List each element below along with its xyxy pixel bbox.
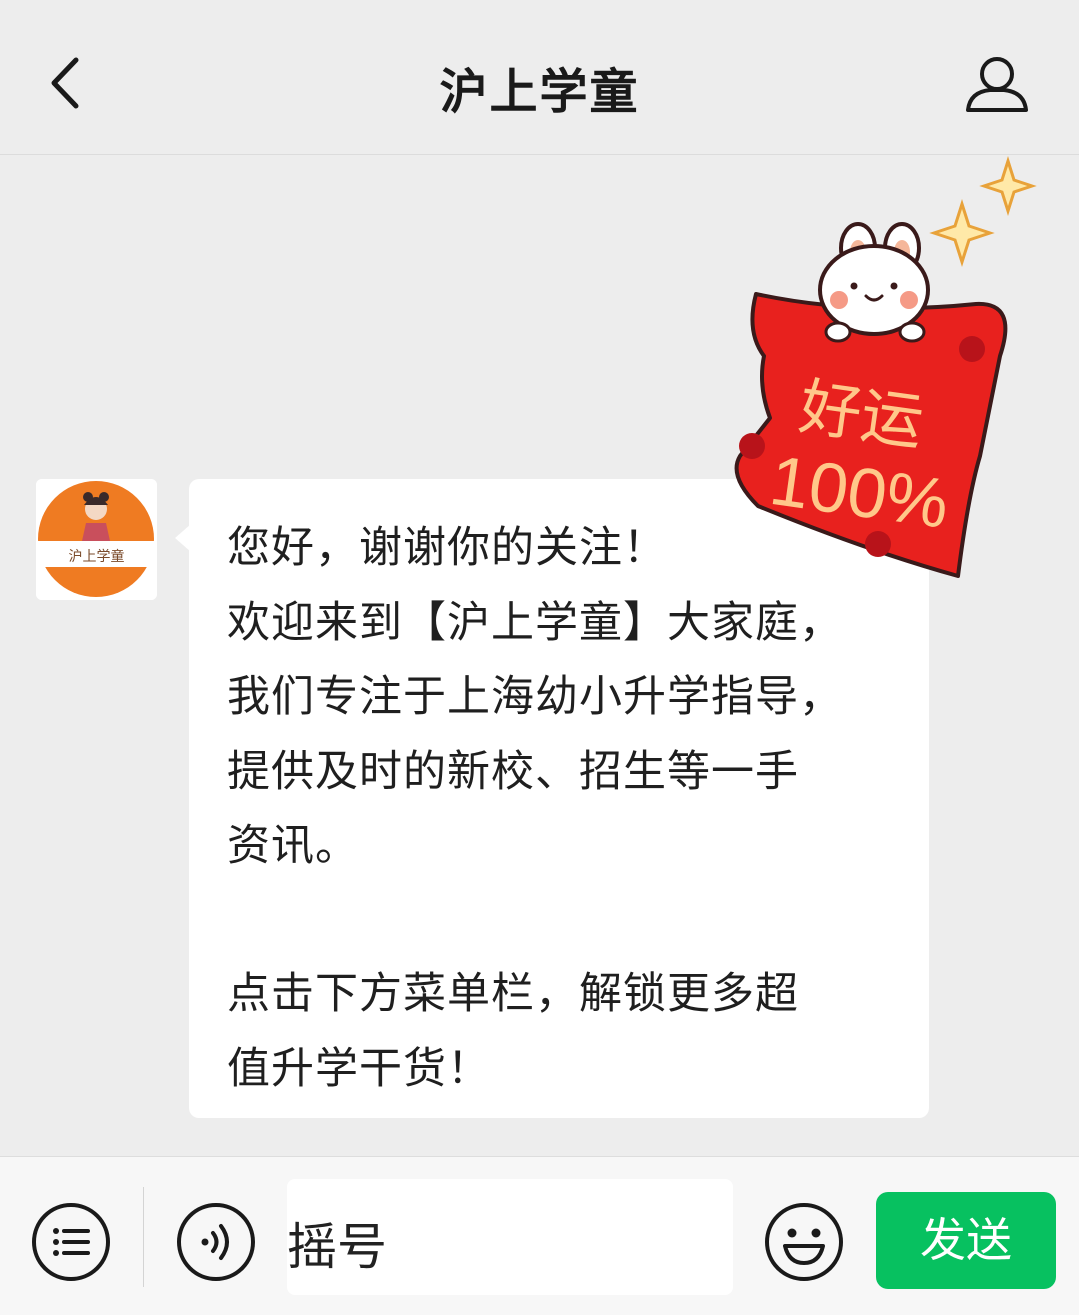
message-line: 我们专注于上海幼小升学指导， [227,672,843,722]
voice-icon [177,1203,255,1281]
message-input[interactable]: 摇号 [287,1179,733,1295]
flower-icon [959,336,985,362]
input-toolbar: 摇号 发送 [0,1156,1079,1315]
sparkle-icon [979,156,1037,216]
voice-button[interactable] [175,1201,257,1283]
message-line: 提供及时的新校、招生等一手 [227,747,799,797]
send-button[interactable]: 发送 [876,1192,1056,1289]
user-icon [966,57,1028,112]
account-avatar[interactable] [36,479,157,600]
message-line: 值升学干货！ [227,1044,491,1094]
emoji-icon [765,1203,843,1281]
emoji-button[interactable] [763,1201,845,1283]
bunny-head [818,244,930,336]
message-line: 资讯。 [227,821,359,871]
message-line: 您好，谢谢你的关注！ [227,523,667,573]
message-line: 点击下方菜单栏，解锁更多超 [227,969,799,1019]
sparkle-icon [929,199,995,267]
chat-screen: 沪上学童 沪上学童 您好，谢谢你的关注！ 欢迎来到【沪上学童】大家庭， 我们专注… [0,0,1079,1315]
header-bar: 沪上学童 [0,0,1079,155]
list-icon [32,1203,110,1281]
toolbar-divider [143,1187,144,1287]
page-title: 沪上学童 [439,64,640,120]
chat-area[interactable]: 沪上学童 您好，谢谢你的关注！ 欢迎来到【沪上学童】大家庭， 我们专注于上海幼小… [0,156,1079,1156]
account-logo [36,479,157,600]
message-line: 欢迎来到【沪上学童】大家庭， [227,598,843,648]
profile-button[interactable] [962,52,1032,118]
menu-toggle-button[interactable] [30,1201,112,1283]
message-input-value: 摇号 [287,1218,387,1276]
flower-icon [739,433,765,459]
avatar-logo-text: 沪上学童 [68,550,125,565]
